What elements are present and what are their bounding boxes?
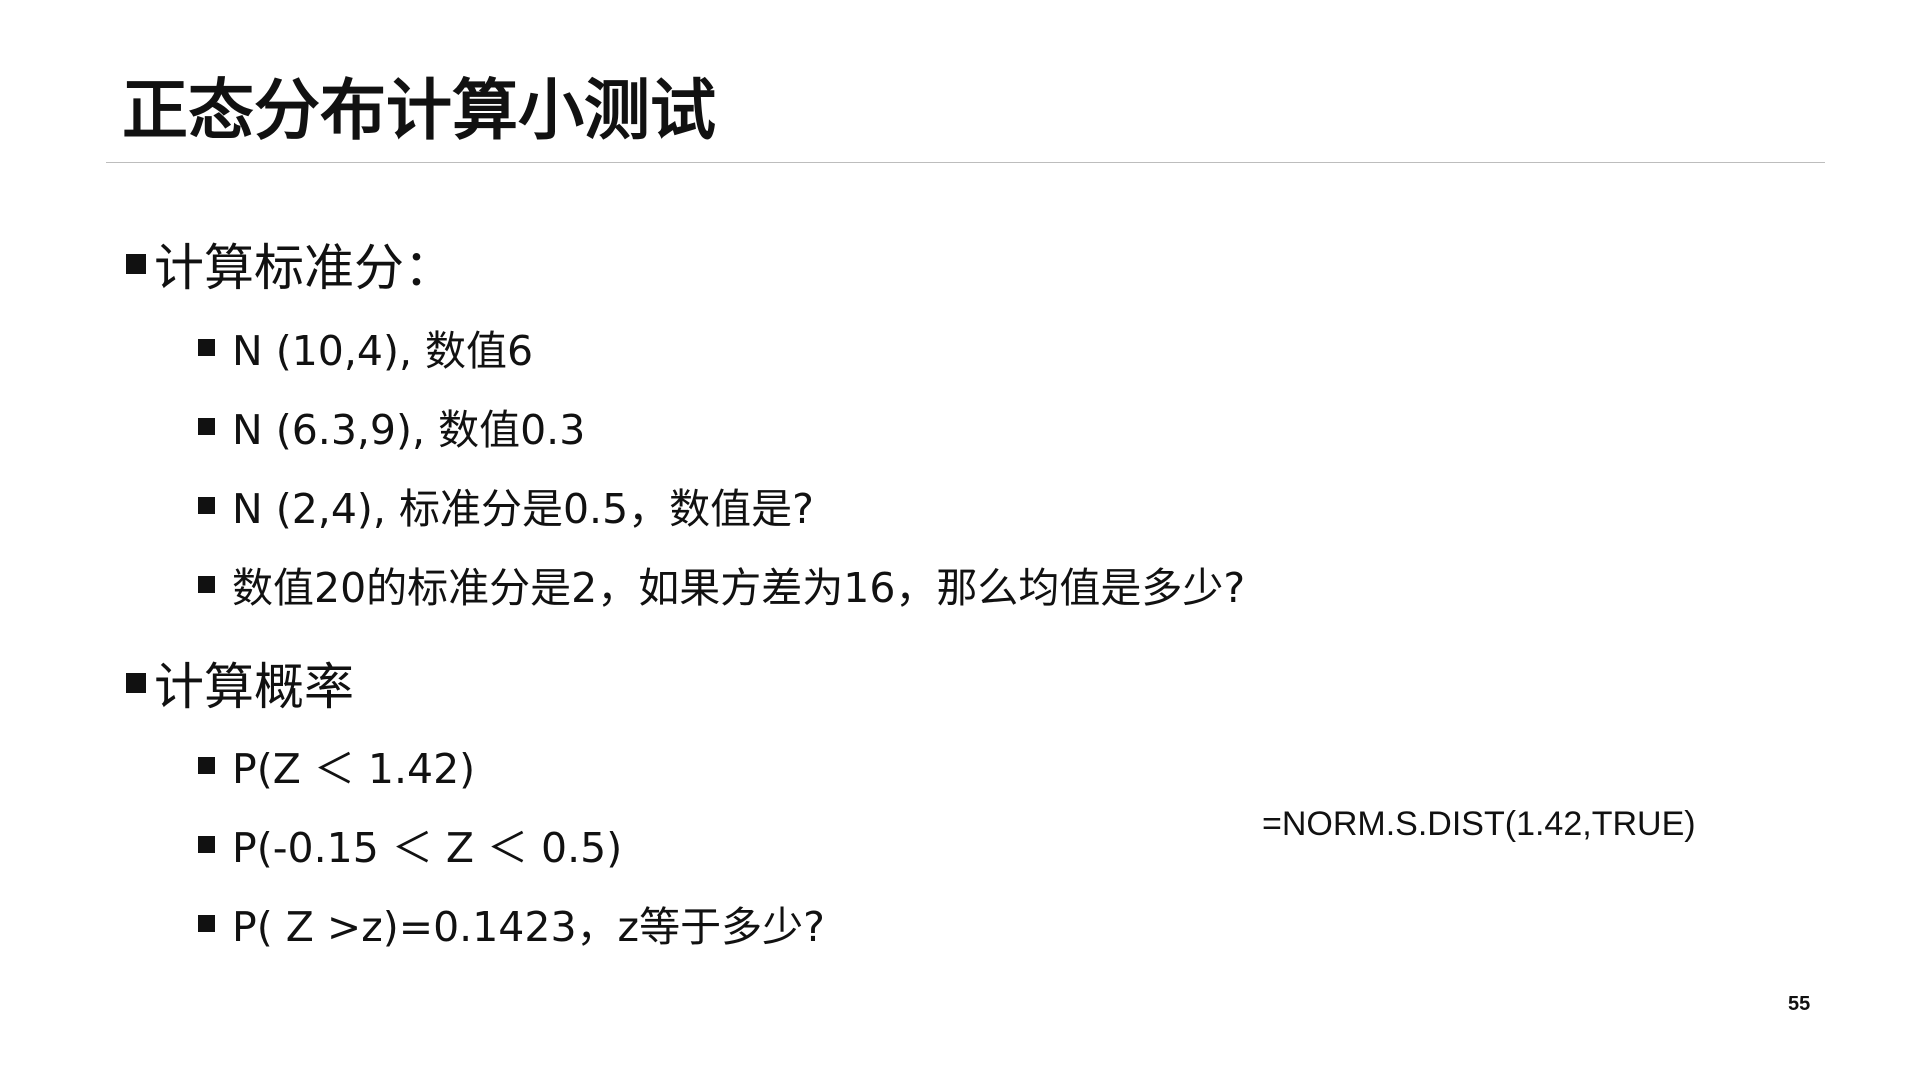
list-item: 数值20的标准分是2，如果方差为16，那么均值是多少? — [198, 554, 1245, 614]
section-heading-text: 计算标准分： — [154, 239, 454, 297]
list-item: N (6.3,9), 数值0.3 — [198, 396, 585, 456]
page-number: 55 — [1788, 993, 1811, 1015]
square-bullet-icon — [198, 417, 215, 435]
list-item-text: P(-0.15 ＜ Z ＜ 0.5) — [232, 824, 623, 872]
list-item: P( Z >z)=0.1423，z等于多少? — [198, 893, 825, 953]
square-bullet-icon — [126, 673, 146, 693]
list-item: N (2,4), 标准分是0.5，数值是? — [198, 475, 814, 535]
title-divider — [106, 162, 1825, 163]
slide-title: 正态分布计算小测试 — [122, 72, 716, 149]
list-item-text: N (6.3,9), 数值0.3 — [232, 406, 586, 454]
list-item: P(-0.15 ＜ Z ＜ 0.5) — [198, 814, 622, 874]
excel-formula-note: =NORM.S.DIST(1.42,TRUE) — [1262, 805, 1696, 843]
list-item: P(Z ＜ 1.42) — [198, 735, 475, 795]
square-bullet-icon — [198, 835, 215, 853]
list-item-text: 数值20的标准分是2，如果方差为16，那么均值是多少? — [232, 564, 1246, 612]
list-item-text: P( Z >z)=0.1423，z等于多少? — [232, 903, 825, 951]
list-item-text: P(Z ＜ 1.42) — [232, 745, 476, 793]
section-heading-probability: 计算概率 — [126, 648, 354, 718]
list-item: N (10,4), 数值6 — [198, 317, 533, 377]
square-bullet-icon — [198, 496, 215, 514]
square-bullet-icon — [198, 914, 215, 932]
list-item-text: N (10,4), 数值6 — [232, 327, 534, 375]
square-bullet-icon — [198, 756, 215, 774]
square-bullet-icon — [126, 254, 146, 274]
section-heading-standard-score: 计算标准分： — [126, 229, 454, 299]
section-heading-text: 计算概率 — [154, 658, 354, 716]
square-bullet-icon — [198, 338, 215, 356]
square-bullet-icon — [198, 575, 215, 593]
slide: 正态分布计算小测试 计算标准分： N (10,4), 数值6 N (6.3,9)… — [0, 0, 1920, 1080]
list-item-text: N (2,4), 标准分是0.5，数值是? — [232, 485, 814, 533]
